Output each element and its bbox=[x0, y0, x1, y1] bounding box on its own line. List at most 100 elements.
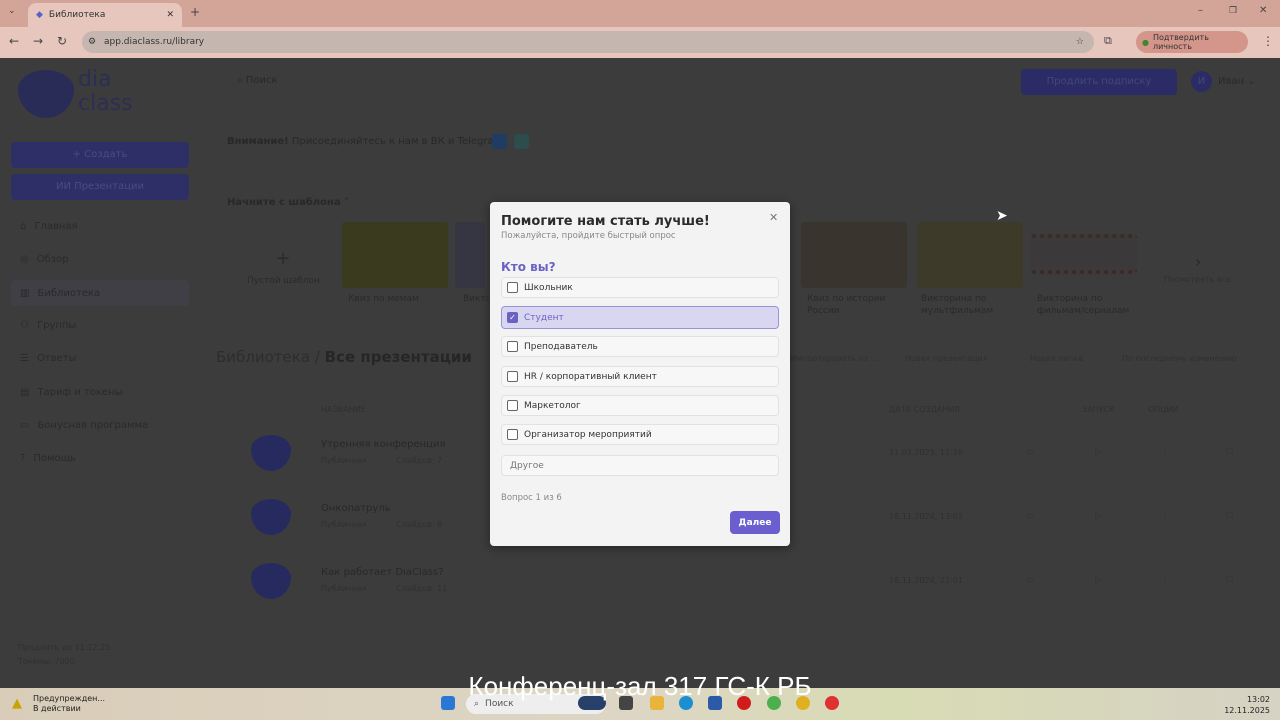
template-thumbnail[interactable] bbox=[1031, 234, 1137, 274]
option-teacher[interactable]: Преподаватель bbox=[501, 336, 779, 357]
sidebar-item-bonus[interactable]: ▭ Бонусная программа bbox=[20, 420, 148, 431]
template-thumbnail[interactable] bbox=[455, 222, 485, 288]
chevron-right-icon[interactable]: › bbox=[1195, 252, 1201, 271]
monitor-icon[interactable]: ▭ bbox=[1026, 575, 1034, 584]
column-header-launch: ЗАПУСК bbox=[1082, 405, 1115, 414]
nav-label: Ответы bbox=[36, 353, 77, 364]
row-visibility: Публичная bbox=[321, 456, 367, 465]
row-date: 18.11.2024, 22:01 bbox=[889, 576, 963, 585]
close-tab-icon[interactable]: ✕ bbox=[166, 10, 174, 20]
browser-tab[interactable]: ◆ Библиотека ✕ bbox=[28, 3, 182, 27]
column-header-options: ОПЦИИ bbox=[1148, 405, 1179, 414]
back-icon[interactable]: ← bbox=[9, 34, 19, 48]
forward-icon[interactable]: → bbox=[33, 34, 43, 48]
sidebar-item-help[interactable]: ? Помощь bbox=[20, 453, 76, 464]
nav-label: Тариф и токены bbox=[37, 387, 123, 398]
bookmark-star-icon[interactable]: ☆ bbox=[1076, 37, 1084, 47]
bonus-icon: ▭ bbox=[20, 420, 30, 431]
option-schoolchild[interactable]: Школьник bbox=[501, 277, 779, 298]
minimize-icon[interactable]: – bbox=[1198, 5, 1203, 16]
checkbox[interactable] bbox=[507, 400, 518, 411]
monitor-icon[interactable]: ▭ bbox=[1026, 447, 1034, 456]
option-hr[interactable]: HR / корпоративный клиент bbox=[501, 366, 779, 387]
checkbox[interactable]: ☐ bbox=[1226, 575, 1233, 584]
row-title[interactable]: Как работает DiaClass? bbox=[321, 567, 444, 578]
profile-icon: ● bbox=[1142, 37, 1149, 47]
breadcrumb-library[interactable]: Библиотека bbox=[216, 348, 310, 366]
breadcrumb: Библиотека / Все презентации bbox=[216, 348, 472, 366]
menu-icon[interactable]: ⋮ bbox=[1262, 34, 1274, 48]
new-tab-icon[interactable]: + bbox=[190, 5, 200, 19]
create-button[interactable]: + Создать bbox=[11, 142, 189, 168]
play-icon[interactable]: ▷ bbox=[1095, 447, 1101, 456]
row-slides: Слайдов: 8 bbox=[396, 520, 443, 529]
option-marketer[interactable]: Маркетолог bbox=[501, 395, 779, 416]
more-icon[interactable]: ⋮ bbox=[1161, 575, 1169, 584]
templates-heading[interactable]: Начните с шаблона ˄ bbox=[227, 197, 349, 208]
row-title[interactable]: Онкопатруль bbox=[321, 503, 391, 514]
maximize-icon[interactable]: ❐ bbox=[1229, 6, 1237, 16]
sort-select[interactable]: По последнему изменению bbox=[1122, 354, 1237, 363]
checkbox[interactable] bbox=[507, 371, 518, 382]
checkbox[interactable]: ☐ bbox=[1226, 447, 1233, 456]
extensions-icon[interactable]: ⧉ bbox=[1104, 34, 1112, 48]
more-icon[interactable]: ⋮ bbox=[1161, 447, 1169, 456]
sidebar-item-tariff[interactable]: ▤ Тариф и токены bbox=[20, 387, 123, 398]
new-presentation-button[interactable]: Новая презентация bbox=[905, 354, 988, 363]
sidebar-item-overview[interactable]: ◎ Обзор bbox=[20, 254, 69, 265]
sidebar-item-answers[interactable]: ☰ Ответы bbox=[20, 353, 76, 364]
view-all-link[interactable]: Посмотреть все bbox=[1164, 275, 1231, 284]
nav-label: Бонусная программа bbox=[37, 420, 149, 431]
date: 12.11.2025 bbox=[1224, 706, 1270, 715]
extend-subscription-button[interactable]: Продлить подписку bbox=[1021, 69, 1177, 95]
sidebar-item-home[interactable]: ⌂ Главная bbox=[20, 221, 78, 232]
next-button[interactable]: Далее bbox=[730, 511, 780, 534]
nav-label: Группы bbox=[36, 320, 77, 331]
verify-identity-label: Подтвердить личность bbox=[1152, 33, 1209, 51]
site-settings-icon[interactable]: ⚙ bbox=[88, 37, 96, 47]
new-folder-button[interactable]: Новая папка bbox=[1030, 354, 1083, 363]
presentation-icon bbox=[251, 563, 291, 599]
template-thumbnail[interactable] bbox=[342, 222, 448, 288]
checkbox[interactable] bbox=[507, 341, 518, 352]
more-icon[interactable]: ⋮ bbox=[1161, 511, 1169, 520]
template-thumbnail[interactable] bbox=[801, 222, 907, 288]
reload-icon[interactable]: ↻ bbox=[57, 34, 67, 48]
sidebar-item-library[interactable]: ▥ Библиотека bbox=[11, 280, 189, 306]
survey-modal: Помогите нам стать лучше! Пожалуйста, пр… bbox=[490, 202, 790, 546]
vk-icon[interactable] bbox=[492, 134, 507, 149]
telegram-icon[interactable] bbox=[514, 134, 529, 149]
row-slides: Слайдов: 11 bbox=[396, 584, 448, 593]
option-event-organizer[interactable]: Организатор мероприятий bbox=[501, 424, 779, 445]
template-thumbnail[interactable] bbox=[917, 222, 1023, 288]
checkbox[interactable] bbox=[507, 282, 518, 293]
sidebar-item-groups[interactable]: ⚇ Группы bbox=[20, 320, 76, 331]
play-icon[interactable]: ▷ bbox=[1095, 511, 1101, 520]
import-button[interactable]: Импортировать из ... bbox=[790, 354, 878, 363]
row-title[interactable]: Утренняя конференция bbox=[321, 439, 445, 450]
close-window-icon[interactable]: ✕ bbox=[1259, 5, 1267, 16]
monitor-icon[interactable]: ▭ bbox=[1026, 511, 1034, 520]
tab-search-icon[interactable]: ⌄ bbox=[8, 6, 16, 16]
close-icon[interactable]: ✕ bbox=[769, 211, 778, 224]
avatar[interactable]: И bbox=[1191, 71, 1212, 92]
play-icon[interactable]: ▷ bbox=[1095, 575, 1101, 584]
option-label: Организатор мероприятий bbox=[524, 429, 652, 440]
verify-identity-button[interactable]: ● Подтвердить личность bbox=[1136, 31, 1248, 53]
address-bar[interactable]: ⚙ app.diaclass.ru/library ☆ bbox=[82, 31, 1094, 53]
other-input[interactable] bbox=[501, 455, 779, 476]
ai-presentations-button[interactable]: ИИ Презентации bbox=[11, 174, 189, 200]
logo: dia class bbox=[78, 67, 133, 116]
checkbox[interactable] bbox=[507, 429, 518, 440]
overview-icon: ◎ bbox=[20, 254, 29, 265]
notice-bold: Внимание! bbox=[227, 136, 289, 147]
checkbox-checked[interactable]: ✓ bbox=[507, 312, 518, 323]
modal-title: Помогите нам стать лучше! bbox=[501, 214, 710, 229]
row-date: 18.11.2024, 13:02 bbox=[889, 512, 963, 521]
checkbox[interactable]: ☐ bbox=[1226, 511, 1233, 520]
search-input[interactable]: ⌕ Поиск bbox=[237, 75, 277, 86]
option-student[interactable]: ✓ Студент bbox=[501, 306, 779, 329]
row-visibility: Публичная bbox=[321, 584, 367, 593]
user-menu[interactable]: Иван ⌄ bbox=[1218, 76, 1256, 87]
notice-link[interactable]: Присоединяйтесь к нам в ВК и Telegram! bbox=[292, 136, 507, 147]
